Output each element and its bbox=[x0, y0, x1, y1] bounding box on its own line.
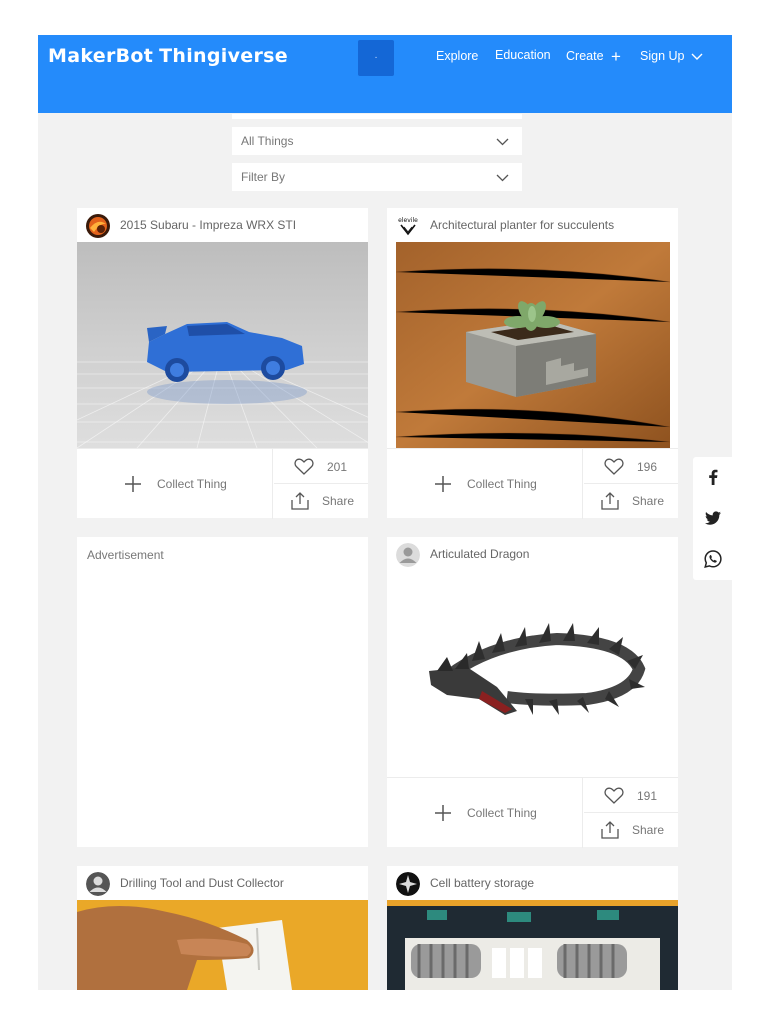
filter-select-value: Filter By bbox=[241, 170, 286, 184]
share-button[interactable]: Share bbox=[584, 484, 678, 519]
share-icon bbox=[601, 492, 619, 510]
creator-avatar[interactable] bbox=[86, 872, 110, 896]
page-viewport: MakerBot Thingiverse · Explore Education … bbox=[38, 35, 732, 990]
thing-image[interactable] bbox=[387, 900, 678, 990]
avatar-text: elevile bbox=[398, 217, 418, 224]
top-navigation-bar: MakerBot Thingiverse · Explore Education … bbox=[38, 35, 732, 113]
nav-create-link[interactable]: Create + bbox=[566, 47, 621, 66]
share-label: Share bbox=[632, 494, 665, 508]
creator-avatar[interactable] bbox=[396, 872, 420, 896]
card-header: Drilling Tool and Dust Collector bbox=[77, 866, 368, 900]
advertisement-label: Advertisement bbox=[87, 548, 164, 562]
card-header: Cell battery storage bbox=[387, 866, 678, 900]
creator-avatar[interactable]: elevile bbox=[396, 214, 420, 238]
search-button[interactable]: · bbox=[358, 40, 394, 76]
advertisement-slot: Advertisement bbox=[77, 537, 368, 847]
collect-thing-button[interactable]: Collect Thing bbox=[77, 449, 273, 519]
chevron-down-icon bbox=[496, 138, 509, 146]
nav-signup-label: Sign Up bbox=[640, 49, 685, 63]
heart-icon bbox=[604, 458, 624, 475]
thing-image[interactable] bbox=[77, 242, 368, 448]
thing-card[interactable]: Cell battery storage bbox=[387, 866, 678, 990]
share-button[interactable]: Share bbox=[584, 813, 678, 848]
share-icon bbox=[291, 492, 309, 510]
like-button[interactable]: 196 bbox=[584, 449, 678, 484]
share-button[interactable]: Share bbox=[274, 484, 368, 519]
card-title[interactable]: 2015 Subaru - Impreza WRX STI bbox=[120, 218, 296, 232]
like-count: 196 bbox=[637, 460, 658, 474]
nav-explore-link[interactable]: Explore bbox=[436, 49, 478, 63]
like-button[interactable]: 201 bbox=[274, 449, 368, 484]
share-label: Share bbox=[632, 823, 665, 837]
creator-avatar[interactable] bbox=[86, 214, 110, 238]
search-button-label: · bbox=[374, 52, 378, 63]
heart-icon bbox=[294, 458, 314, 475]
card-header: Articulated Dragon bbox=[387, 537, 678, 571]
card-actions: Collect Thing 196 Share bbox=[387, 448, 678, 519]
like-button[interactable]: 191 bbox=[584, 778, 678, 813]
plus-icon bbox=[435, 476, 451, 492]
like-count: 191 bbox=[637, 789, 658, 803]
card-title[interactable]: Architectural planter for succulents bbox=[430, 218, 614, 232]
type-select-value: All Things bbox=[241, 134, 294, 148]
share-label: Share bbox=[322, 494, 355, 508]
plus-icon bbox=[125, 476, 141, 492]
plus-icon bbox=[435, 805, 451, 821]
like-count: 201 bbox=[327, 460, 348, 474]
card-header: elevile Architectural planter for succul… bbox=[387, 208, 678, 242]
filter-select[interactable]: Filter By bbox=[232, 163, 522, 191]
collect-thing-button[interactable]: Collect Thing bbox=[387, 778, 583, 848]
heart-icon bbox=[604, 787, 624, 804]
filter-strip bbox=[232, 114, 522, 119]
card-title[interactable]: Cell battery storage bbox=[430, 876, 534, 890]
creator-avatar[interactable] bbox=[396, 543, 420, 567]
chevron-down-icon bbox=[691, 53, 703, 60]
card-actions: Collect Thing 191 Share bbox=[387, 777, 678, 848]
nav-create-label: Create bbox=[566, 49, 604, 63]
logo-thingiverse: Thingiverse bbox=[159, 45, 288, 67]
thing-card[interactable]: Articulated Dragon Collect Thing 191 Sha… bbox=[387, 537, 678, 848]
plus-icon: + bbox=[611, 47, 621, 66]
card-actions: Collect Thing 201 Share bbox=[77, 448, 368, 519]
thing-card[interactable]: 2015 Subaru - Impreza WRX STI Collect Th… bbox=[77, 208, 368, 519]
facebook-icon[interactable] bbox=[703, 467, 723, 487]
chevron-down-icon bbox=[496, 174, 509, 182]
collect-thing-button[interactable]: Collect Thing bbox=[387, 449, 583, 519]
twitter-icon[interactable] bbox=[703, 508, 723, 528]
card-title[interactable]: Drilling Tool and Dust Collector bbox=[120, 876, 284, 890]
nav-education-link[interactable]: Education bbox=[495, 48, 551, 62]
type-select[interactable]: All Things bbox=[232, 127, 522, 155]
whatsapp-icon[interactable] bbox=[703, 549, 723, 569]
card-header: 2015 Subaru - Impreza WRX STI bbox=[77, 208, 368, 242]
collect-thing-label: Collect Thing bbox=[467, 806, 537, 820]
collect-thing-label: Collect Thing bbox=[157, 477, 227, 491]
thing-image[interactable] bbox=[396, 242, 670, 448]
card-title[interactable]: Articulated Dragon bbox=[430, 547, 529, 561]
thing-image[interactable] bbox=[77, 900, 368, 990]
thing-card[interactable]: elevile Architectural planter for succul… bbox=[387, 208, 678, 519]
share-icon bbox=[601, 821, 619, 839]
thing-card[interactable]: Drilling Tool and Dust Collector bbox=[77, 866, 368, 990]
logo-makerbot: MakerBot bbox=[48, 45, 154, 67]
site-logo[interactable]: MakerBot Thingiverse bbox=[48, 45, 288, 67]
social-share-rail bbox=[693, 457, 733, 580]
collect-thing-label: Collect Thing bbox=[467, 477, 537, 491]
thing-image[interactable] bbox=[387, 571, 678, 777]
nav-signup-link[interactable]: Sign Up bbox=[640, 49, 703, 63]
